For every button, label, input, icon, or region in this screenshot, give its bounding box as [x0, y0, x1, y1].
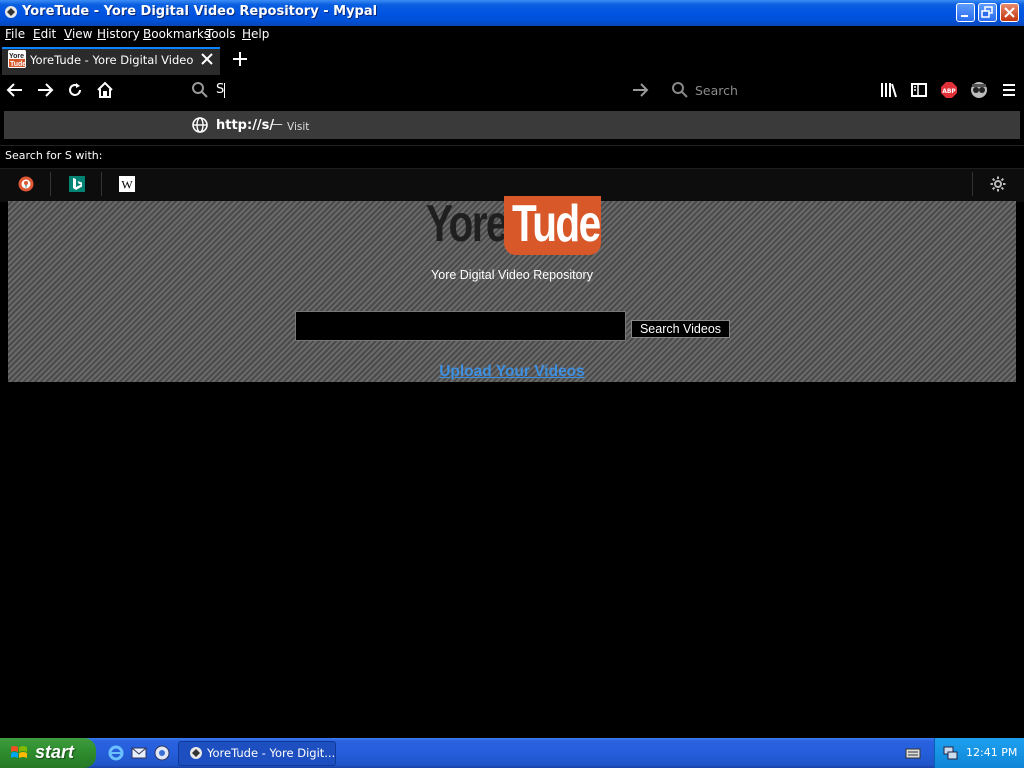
sidebar-icon[interactable]	[910, 81, 928, 99]
logo-tude-text: Tude	[512, 195, 601, 253]
bing-icon[interactable]	[69, 176, 85, 192]
menu-icon[interactable]	[1000, 81, 1018, 99]
engine-separator	[972, 172, 973, 196]
mypal-app-icon	[5, 6, 17, 18]
restore-icon	[981, 6, 993, 18]
privacy-icon[interactable]	[970, 81, 988, 99]
forward-icon[interactable]	[36, 81, 54, 99]
start-label: start	[35, 742, 75, 762]
menu-help[interactable]: Help	[242, 27, 269, 41]
navigation-toolbar	[0, 75, 1024, 107]
site-tagline: Yore Digital Video Repository	[431, 268, 593, 282]
minimize-icon	[961, 15, 968, 17]
url-suggestion-row[interactable]	[4, 111, 1020, 139]
outlook-express-icon[interactable]	[130, 744, 148, 762]
library-icon[interactable]	[880, 81, 898, 99]
yoretude-favicon-icon: Yore Tude	[8, 50, 26, 68]
gear-icon[interactable]	[990, 176, 1006, 192]
menu-bar: File Edit View History Bookmarks Tools H…	[0, 26, 1024, 45]
home-icon[interactable]	[96, 81, 114, 99]
media-player-icon[interactable]	[153, 744, 171, 762]
system-clock: 12:41 PM	[966, 746, 1018, 759]
search-with-label: Search for S with:	[5, 149, 103, 162]
globe-icon	[192, 117, 208, 133]
restore-button[interactable]	[978, 3, 997, 22]
menu-history[interactable]: History	[97, 27, 140, 41]
svg-text:Tude: Tude	[10, 61, 26, 68]
upload-videos-link[interactable]: Upload Your Videos	[0, 363, 1024, 381]
suggestion-separator: —	[270, 117, 283, 132]
logo-yore-text: Yore	[426, 195, 508, 253]
menu-view[interactable]: View	[64, 27, 92, 41]
network-icon[interactable]	[942, 745, 958, 761]
wikipedia-icon[interactable]: W	[119, 176, 135, 192]
search-with-header	[0, 145, 1024, 168]
duckduckgo-icon[interactable]	[18, 176, 34, 192]
menu-file[interactable]: File	[5, 27, 25, 41]
new-tab-icon[interactable]	[232, 51, 248, 67]
tab-close-icon[interactable]	[199, 51, 215, 67]
suggestion-url: http://s/	[216, 118, 275, 133]
urlbar-search-icon	[192, 82, 208, 98]
engine-separator	[50, 172, 51, 196]
tab-title: YoreTude - Yore Digital Video Repository	[30, 53, 195, 67]
keyboard-icon[interactable]	[905, 746, 921, 760]
menu-tools[interactable]: Tools	[206, 27, 236, 41]
mypal-taskbar-icon	[190, 747, 202, 759]
menu-bookmarks[interactable]: Bookmarks	[143, 27, 210, 41]
close-icon	[1004, 7, 1015, 18]
internet-explorer-icon[interactable]	[107, 744, 125, 762]
search-icon	[672, 82, 688, 98]
reload-icon[interactable]	[66, 81, 84, 99]
back-icon[interactable]	[6, 81, 24, 99]
menu-edit[interactable]: Edit	[33, 27, 56, 41]
svg-text:Yore: Yore	[9, 53, 24, 60]
windows-logo-icon	[11, 746, 27, 758]
video-search-input[interactable]	[295, 311, 626, 341]
taskbar-window-label: YoreTude - Yore Digit...	[207, 746, 336, 760]
adblock-icon[interactable]: ABP	[940, 81, 958, 99]
wikipedia-glyph: W	[121, 178, 133, 192]
minimize-button[interactable]	[956, 3, 975, 22]
close-window-button[interactable]	[1000, 3, 1019, 22]
text-caret	[224, 83, 225, 98]
adblock-label: ABP	[942, 88, 956, 95]
go-arrow-icon[interactable]	[631, 81, 649, 99]
suggestion-action: Visit	[287, 121, 310, 133]
window-title: YoreTude - Yore Digital Video Repository…	[22, 4, 378, 19]
search-videos-button[interactable]: Search Videos	[631, 320, 730, 338]
engine-separator	[101, 172, 102, 196]
search-input[interactable]: Search	[695, 83, 738, 98]
